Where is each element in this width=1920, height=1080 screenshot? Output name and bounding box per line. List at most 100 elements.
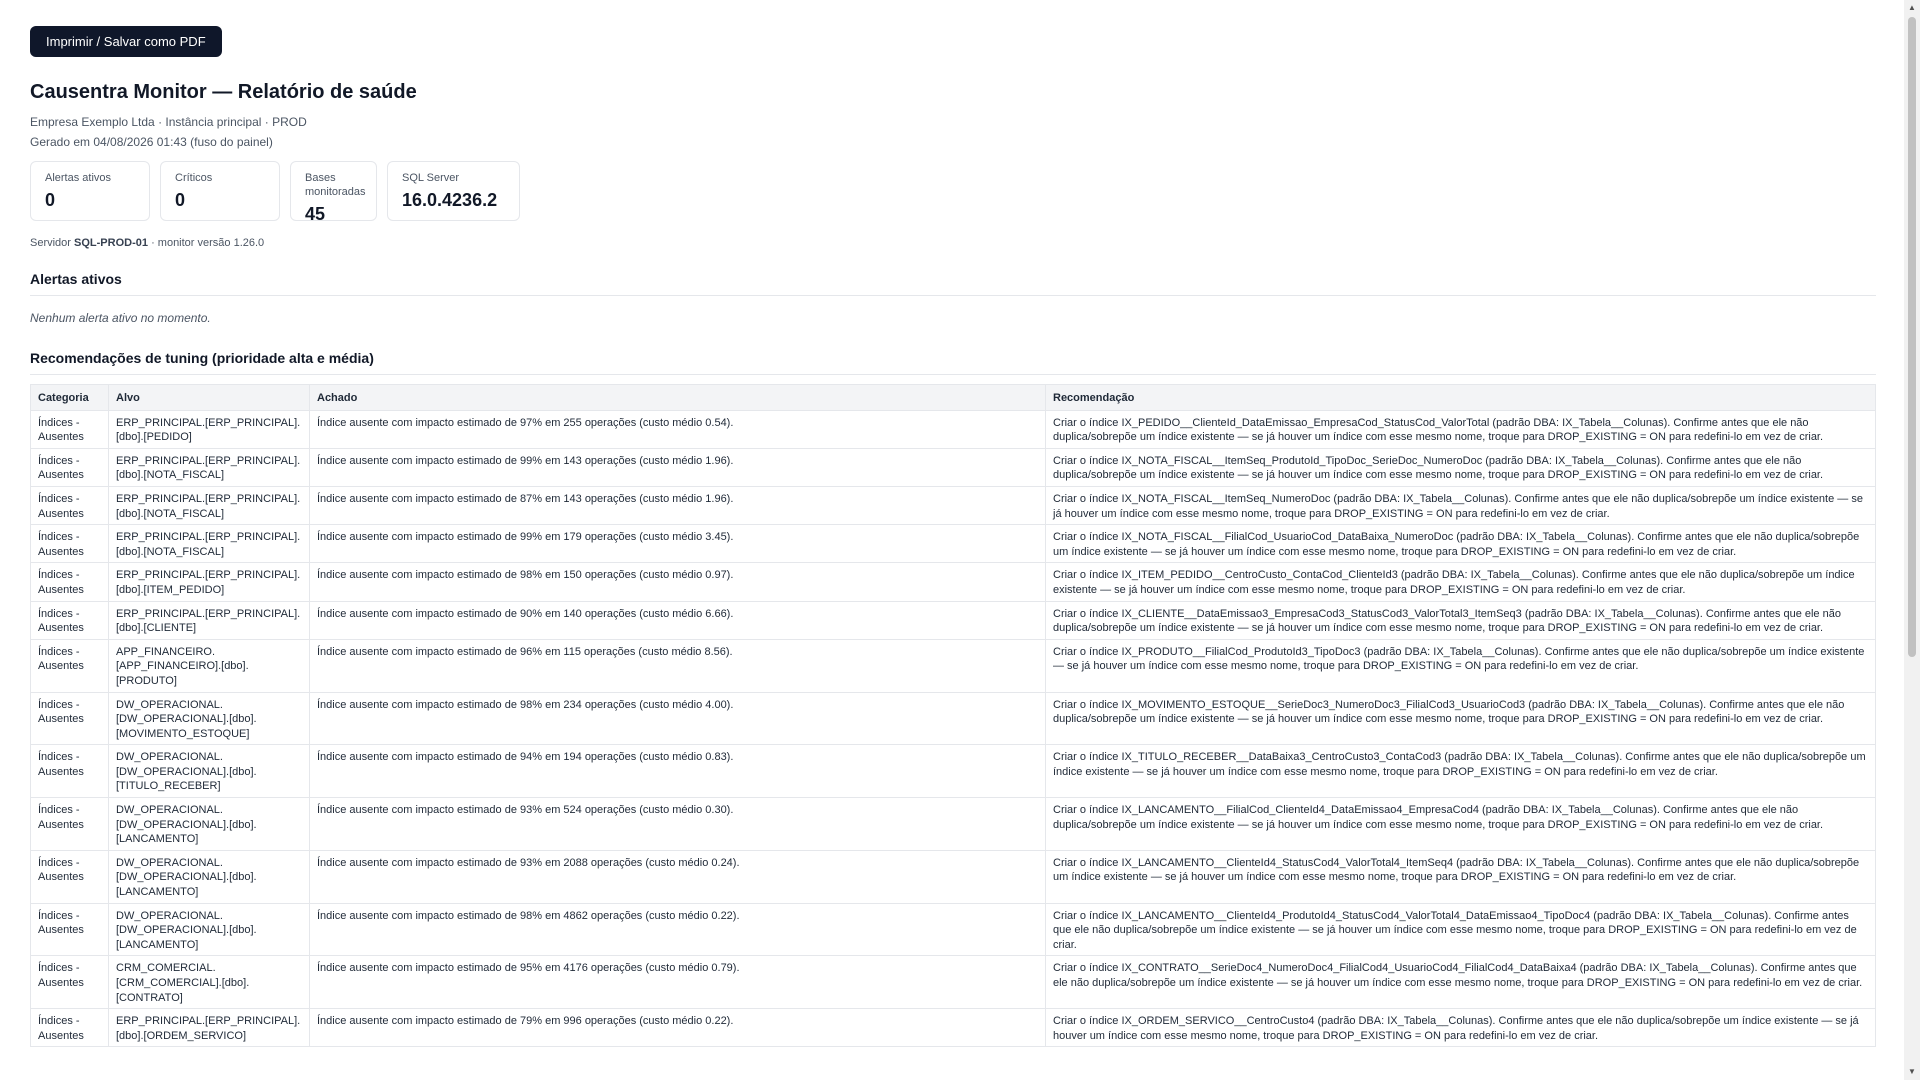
card-critical: Críticos 0 [160, 161, 280, 221]
cell-categoria: Índices - Ausentes [30, 447, 109, 487]
page-title: Causentra Monitor — Relatório de saúde [30, 81, 417, 103]
cell-achado: Índice ausente com impacto estimado de 9… [309, 902, 1046, 957]
cell-alvo: APP_FINANCEIRO.[APP_FINANCEIRO].[dbo].[P… [108, 638, 310, 693]
cell-categoria: Índices - Ausentes [30, 902, 109, 957]
generated-line: Gerado em 04/08/2026 01:43 (fuso do pain… [30, 135, 273, 149]
table-row: Índices - Ausentes ERP_PRINCIPAL.[ERP_PRI… [30, 600, 1876, 640]
cell-achado: Índice ausente com impacto estimado de 9… [309, 955, 1046, 1010]
cell-categoria: Índices - Ausentes [30, 691, 109, 746]
cell-achado: Índice ausente com impacto estimado de 8… [309, 485, 1046, 526]
server-line: Servidor SQL-PROD-01 · monitor versão 1.… [30, 236, 1876, 250]
card-label: Bases monitoradas [305, 172, 366, 198]
card-label: Críticos [175, 172, 213, 184]
cell-alvo: DW_OPERACIONAL.[DW_OPERACIONAL].[dbo].[L… [108, 902, 310, 957]
cell-achado: Índice ausente com impacto estimado de 7… [309, 1008, 1046, 1048]
summary-cards: Alertas ativos 0 Críticos 0 Bases monito… [30, 161, 1876, 224]
cell-achado: Índice ausente com impacto estimado de 9… [309, 638, 1046, 693]
card-value: 0 [175, 190, 186, 210]
cell-recomendacao: Criar o índice IX_MOVIMENTO_ESTOQUE__Ser… [1045, 691, 1876, 746]
alerts-heading: Alertas ativos [30, 270, 1876, 296]
cell-achado: Índice ausente com impacto estimado de 9… [309, 691, 1046, 746]
alerts-empty-note: Nenhum alerta ativo no momento. [30, 311, 211, 325]
card-label: Alertas ativos [45, 172, 112, 184]
tuning-table: Categoria Alvo Achado Recomendação Índic… [30, 384, 1876, 1048]
table-row: Índices - Ausentes ERP_PRINCIPAL.[ERP_PRI… [30, 447, 1876, 487]
cell-recomendacao: Criar o índice IX_PRODUTO__FilialCod_Pro… [1045, 638, 1876, 693]
cell-alvo: ERP_PRINCIPAL.[ERP_PRINCIPAL].[dbo].[ORD… [108, 1008, 310, 1048]
table-header-row: Categoria Alvo Achado Recomendação [30, 384, 1876, 411]
vertical-scrollbar[interactable]: ▲ ▼ [1904, 0, 1920, 1080]
column-header-recomendacao: Recomendação [1045, 384, 1876, 411]
cell-alvo: ERP_PRINCIPAL.[ERP_PRINCIPAL].[dbo].[CLI… [108, 600, 310, 640]
cell-achado: Índice ausente com impacto estimado de 9… [309, 562, 1046, 602]
table-row: Índices - Ausentes DW_OPERACIONAL.[DW_OPE… [30, 691, 1876, 746]
cell-categoria: Índices - Ausentes [30, 797, 109, 851]
card-value: 0 [45, 190, 56, 210]
server-name: SQL-PROD-01 [74, 237, 148, 249]
cell-alvo: ERP_PRINCIPAL.[ERP_PRINCIPAL].[dbo].[NOT… [108, 524, 310, 564]
cell-categoria: Índices - Ausentes [30, 1008, 109, 1048]
cell-recomendacao: Criar o índice IX_TITULO_RECEBER__DataBa… [1045, 744, 1876, 799]
cell-alvo: DW_OPERACIONAL.[DW_OPERACIONAL].[dbo].[L… [108, 849, 310, 904]
cell-alvo: ERP_PRINCIPAL.[ERP_PRINCIPAL].[dbo].[NOT… [108, 485, 310, 526]
card-active-alerts: Alertas ativos 0 [30, 161, 150, 221]
table-row: Índices - Ausentes DW_OPERACIONAL.[DW_OPE… [30, 744, 1876, 799]
cell-categoria: Índices - Ausentes [30, 955, 109, 1010]
cell-alvo: ERP_PRINCIPAL.[ERP_PRINCIPAL].[dbo].[ITE… [108, 562, 310, 602]
cell-recomendacao: Criar o índice IX_PEDIDO__ClienteId_Data… [1045, 409, 1876, 449]
cell-categoria: Índices - Ausentes [30, 744, 109, 799]
cell-alvo: DW_OPERACIONAL.[DW_OPERACIONAL].[dbo].[T… [108, 744, 310, 799]
cell-recomendacao: Criar o índice IX_CONTRATO__SerieDoc4_Nu… [1045, 955, 1876, 1010]
card-value: 45 [305, 204, 326, 224]
table-row: Índices - Ausentes CRM_COMERCIAL.[CRM_COM… [30, 955, 1876, 1010]
table-row: Índices - Ausentes ERP_PRINCIPAL.[ERP_PRI… [30, 1008, 1876, 1048]
cell-alvo: ERP_PRINCIPAL.[ERP_PRINCIPAL].[dbo].[PED… [108, 409, 310, 449]
cell-achado: Índice ausente com impacto estimado de 9… [309, 600, 1046, 640]
cell-categoria: Índices - Ausentes [30, 600, 109, 640]
cell-recomendacao: Criar o índice IX_NOTA_FISCAL__FilialCod… [1045, 524, 1876, 564]
cell-alvo: DW_OPERACIONAL.[DW_OPERACIONAL].[dbo].[L… [108, 797, 310, 851]
cell-recomendacao: Criar o índice IX_ORDEM_SERVICO__CentroC… [1045, 1008, 1876, 1048]
cell-recomendacao: Criar o índice IX_LANCAMENTO__FilialCod_… [1045, 797, 1876, 851]
cell-categoria: Índices - Ausentes [30, 849, 109, 904]
cell-achado: Índice ausente com impacto estimado de 9… [309, 744, 1046, 799]
table-row: Índices - Ausentes ERP_PRINCIPAL.[ERP_PRI… [30, 485, 1876, 526]
card-value: 16.0.4236.2 [402, 190, 498, 210]
card-label: SQL Server [402, 172, 460, 184]
table-row: Índices - Ausentes ERP_PRINCIPAL.[ERP_PRI… [30, 562, 1876, 602]
cell-recomendacao: Criar o índice IX_CLIENTE__DataEmissao3_… [1045, 600, 1876, 640]
table-row: Índices - Ausentes APP_FINANCEIRO.[APP_FI… [30, 638, 1876, 693]
print-save-pdf-button[interactable]: Imprimir / Salvar como PDF [30, 26, 222, 57]
column-header-categoria: Categoria [30, 384, 109, 411]
cell-alvo: DW_OPERACIONAL.[DW_OPERACIONAL].[dbo].[M… [108, 691, 310, 746]
tuning-heading: Recomendações de tuning (prioridade alta… [30, 349, 1876, 375]
company-line: Empresa Exemplo Ltda · Instância princip… [30, 115, 307, 129]
cell-recomendacao: Criar o índice IX_NOTA_FISCAL__ItemSeq_P… [1045, 447, 1876, 487]
cell-recomendacao: Criar o índice IX_ITEM_PEDIDO__CentroCus… [1045, 562, 1876, 602]
server-prefix: Servidor [30, 237, 71, 249]
cell-recomendacao: Criar o índice IX_LANCAMENTO__ClienteId4… [1045, 849, 1876, 904]
column-header-alvo: Alvo [108, 384, 310, 411]
cell-achado: Índice ausente com impacto estimado de 9… [309, 447, 1046, 487]
scrollbar-thumb[interactable] [1908, 17, 1916, 657]
cell-alvo: ERP_PRINCIPAL.[ERP_PRINCIPAL].[dbo].[NOT… [108, 447, 310, 487]
server-suffix: · monitor versão 1.26.0 [151, 237, 265, 249]
cell-categoria: Índices - Ausentes [30, 524, 109, 564]
scroll-up-arrow-icon[interactable]: ▲ [1904, 0, 1920, 16]
table-row: Índices - Ausentes DW_OPERACIONAL.[DW_OPE… [30, 797, 1876, 851]
tuning-table-body: Índices - Ausentes ERP_PRINCIPAL.[ERP_PRI… [30, 409, 1876, 1048]
cell-achado: Índice ausente com impacto estimado de 9… [309, 409, 1046, 449]
cell-recomendacao: Criar o índice IX_NOTA_FISCAL__ItemSeq_N… [1045, 485, 1876, 526]
report-page: Imprimir / Salvar como PDF Causentra Mon… [30, 26, 1876, 1048]
cell-achado: Índice ausente com impacto estimado de 9… [309, 849, 1046, 904]
cell-categoria: Índices - Ausentes [30, 562, 109, 602]
cell-achado: Índice ausente com impacto estimado de 9… [309, 797, 1046, 851]
cell-achado: Índice ausente com impacto estimado de 9… [309, 524, 1046, 564]
card-sql-server: SQL Server 16.0.4236.2 [387, 161, 520, 221]
cell-categoria: Índices - Ausentes [30, 638, 109, 693]
cell-categoria: Índices - Ausentes [30, 409, 109, 449]
scroll-down-arrow-icon[interactable]: ▼ [1904, 1064, 1920, 1080]
column-header-achado: Achado [309, 384, 1046, 411]
cell-alvo: CRM_COMERCIAL.[CRM_COMERCIAL].[dbo].[CON… [108, 955, 310, 1010]
cell-recomendacao: Criar o índice IX_LANCAMENTO__ClienteId4… [1045, 902, 1876, 957]
